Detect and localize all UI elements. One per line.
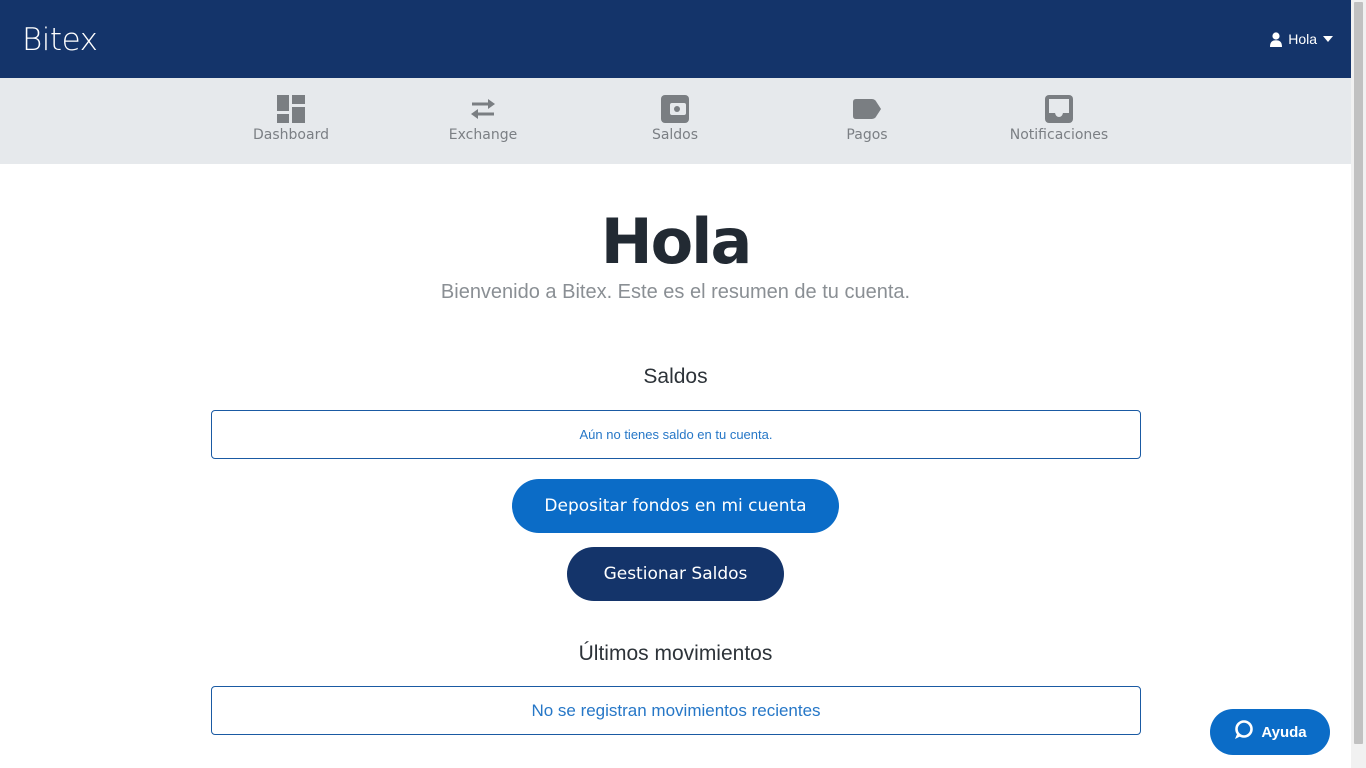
user-icon: [1270, 31, 1283, 47]
help-label: Ayuda: [1261, 723, 1307, 741]
chat-bubble-icon: [1233, 720, 1254, 744]
section-nav: Dashboard Exchange Saldos Pagos Notifica…: [0, 78, 1351, 164]
balances-empty-message: Aún no tienes saldo en tu cuenta.: [579, 427, 773, 442]
nav-item-dashboard[interactable]: Dashboard: [221, 78, 361, 164]
caret-down-icon: [1323, 36, 1333, 42]
user-menu-label: Hola: [1288, 31, 1317, 47]
nav-label-notificaciones: Notificaciones: [1009, 127, 1109, 143]
scrollbar-thumb[interactable]: [1354, 2, 1363, 744]
wallet-icon: [661, 94, 689, 124]
user-menu[interactable]: Hola: [1270, 31, 1333, 47]
nav-item-exchange[interactable]: Exchange: [413, 78, 553, 164]
nav-item-saldos[interactable]: Saldos: [605, 78, 745, 164]
page-title: Hola: [600, 205, 753, 278]
deposit-funds-button[interactable]: Depositar fondos en mi cuenta: [512, 479, 839, 533]
dashboard-icon: [277, 94, 305, 124]
brand-logo[interactable]: Bitex: [22, 22, 98, 58]
nav-item-notificaciones[interactable]: Notificaciones: [989, 78, 1129, 164]
exchange-icon: [469, 94, 497, 124]
top-bar: Bitex Hola: [0, 0, 1351, 78]
balances-heading: Saldos: [643, 365, 708, 388]
nav-label-saldos: Saldos: [651, 127, 699, 143]
help-button[interactable]: Ayuda: [1210, 709, 1330, 755]
manage-balances-button[interactable]: Gestionar Saldos: [567, 547, 784, 601]
movements-empty-box: No se registran movimientos recientes: [211, 686, 1141, 735]
tag-icon: [853, 94, 881, 124]
nav-label-dashboard: Dashboard: [253, 127, 329, 143]
movements-heading: Últimos movimientos: [578, 642, 773, 665]
inbox-icon: [1045, 94, 1073, 124]
movements-empty-message: No se registran movimientos recientes: [531, 700, 821, 720]
page-subtitle: Bienvenido a Bitex. Este es el resumen d…: [440, 281, 911, 303]
vertical-scrollbar[interactable]: [1351, 0, 1366, 768]
nav-item-pagos[interactable]: Pagos: [797, 78, 937, 164]
balances-empty-box: Aún no tienes saldo en tu cuenta.: [211, 410, 1141, 459]
nav-label-exchange: Exchange: [448, 127, 518, 143]
nav-label-pagos: Pagos: [846, 127, 888, 143]
